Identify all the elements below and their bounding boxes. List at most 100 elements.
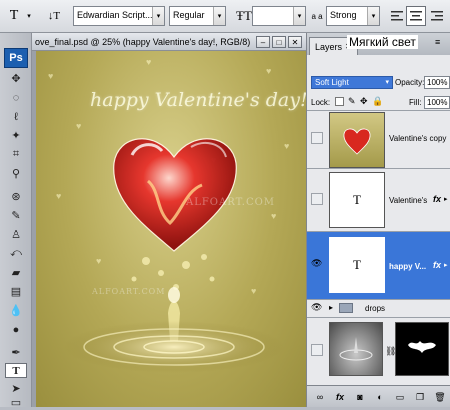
- blend-mode-value: Soft Light: [315, 78, 349, 87]
- layer-row[interactable]: Valentine's copy: [307, 110, 450, 168]
- eyedropper-tool-icon[interactable]: ⚲: [5, 166, 27, 181]
- opacity-label: Opacity:: [395, 78, 425, 87]
- chevron-down-icon: ▾: [367, 7, 379, 25]
- move-tool-icon[interactable]: ✥: [5, 71, 27, 86]
- visibility-toggle[interactable]: [311, 344, 323, 356]
- link-layers-icon[interactable]: ∞: [313, 390, 327, 404]
- layer-row[interactable]: ⛓: [307, 317, 450, 385]
- document-title-bar[interactable]: ove_final.psd @ 25% (happy Valentine's d…: [32, 33, 306, 51]
- chevron-down-icon: ▾: [293, 7, 305, 25]
- opacity-input[interactable]: 100%: [424, 76, 450, 89]
- new-group-icon[interactable]: ▭: [393, 390, 407, 404]
- layer-row-active[interactable]: 👁 T happy V... fx ▸: [307, 231, 450, 299]
- fill-input[interactable]: 100%: [424, 96, 450, 109]
- blend-mode-annotation: Мягкий свет: [347, 35, 418, 49]
- glass-heart-artwork: [64, 138, 284, 373]
- dodge-tool-icon[interactable]: ●: [5, 322, 27, 337]
- crop-tool-icon[interactable]: ⌗: [5, 147, 27, 162]
- pen-tool-icon[interactable]: ✒: [5, 345, 27, 360]
- layer-row[interactable]: T Valentine's fx ▸: [307, 168, 450, 231]
- align-right-icon[interactable]: [428, 6, 446, 26]
- folder-icon: [339, 303, 353, 313]
- eye-icon[interactable]: 👁: [311, 258, 325, 272]
- add-layer-mask-icon[interactable]: ◙: [353, 390, 367, 404]
- layer-effects-icon[interactable]: fx: [433, 260, 441, 270]
- watermark-text: ALFOART.COM: [92, 287, 166, 296]
- text-layer-thumbnail: T: [329, 237, 385, 293]
- anti-alias-value: Strong: [330, 10, 357, 20]
- chevron-right-icon[interactable]: ▸: [444, 261, 448, 269]
- font-style-select[interactable]: Regular ▾: [169, 6, 226, 26]
- marquee-tool-icon[interactable]: ◌: [5, 90, 27, 105]
- layers-panel-footer: ∞ fx ◙ ◐ ▭ ❐ 🗑: [307, 385, 450, 407]
- eraser-tool-icon[interactable]: ▰: [5, 265, 27, 280]
- align-center-icon[interactable]: [406, 6, 426, 26]
- path-selection-tool-icon[interactable]: ➤: [5, 381, 27, 396]
- minimize-icon[interactable]: –: [256, 36, 270, 48]
- layer-mask-thumbnail[interactable]: [395, 322, 449, 376]
- layer-thumbnail: [329, 112, 385, 168]
- watermark-text: ALFOART.COM: [186, 197, 276, 208]
- panel-menu-icon[interactable]: ≡: [435, 37, 447, 49]
- layer-name: Valentine's copy: [389, 134, 447, 143]
- photoshop-logo: Ps: [4, 48, 28, 68]
- visibility-toggle[interactable]: [311, 132, 323, 144]
- chevron-right-icon[interactable]: ▸: [444, 195, 448, 203]
- lock-image-icon[interactable]: ✎: [348, 96, 356, 107]
- layer-effects-icon[interactable]: fx: [433, 194, 441, 204]
- text-orientation-icon[interactable]: ↓T: [46, 6, 62, 26]
- chevron-down-icon: ▾: [213, 7, 225, 25]
- visibility-toggle[interactable]: [311, 193, 323, 205]
- options-bar: T ▾ ↓T Edwardian Script... ▾ Regular ▾ Ŧ…: [0, 0, 450, 33]
- lock-all-icon[interactable]: 🔒: [372, 96, 383, 107]
- type-tool-icon[interactable]: T: [5, 363, 27, 378]
- close-icon[interactable]: ✕: [288, 36, 302, 48]
- lock-position-icon[interactable]: ✥: [360, 96, 368, 107]
- layer-name: happy V...: [389, 262, 427, 271]
- maximize-icon[interactable]: □: [272, 36, 286, 48]
- gradient-tool-icon[interactable]: ▤: [5, 284, 27, 299]
- chevron-down-icon: ▾: [152, 7, 164, 25]
- magic-wand-tool-icon[interactable]: ✦: [5, 128, 27, 143]
- anti-alias-select[interactable]: Strong ▾: [326, 6, 380, 26]
- layer-group-row[interactable]: 👁 ▸ drops: [307, 299, 450, 317]
- layer-name: Valentine's: [389, 196, 428, 205]
- healing-brush-tool-icon[interactable]: ⊛: [5, 189, 27, 204]
- align-left-icon[interactable]: [388, 6, 406, 26]
- adjustment-layer-icon[interactable]: ◐: [373, 390, 387, 404]
- font-size-select[interactable]: ▾: [252, 6, 306, 26]
- delete-layer-icon[interactable]: 🗑: [433, 390, 447, 404]
- tools-panel: Ps ✥ ◌ ℓ ✦ ⌗ ⚲ ⊛ ✎ ♙ ⤺ ▰ ▤ 💧 ● ✒ T ➤ ▭: [0, 33, 32, 410]
- anti-alias-label: a a: [311, 11, 323, 21]
- eye-icon[interactable]: 👁: [311, 302, 325, 316]
- font-size-icon: ŦT: [236, 8, 252, 23]
- blur-tool-icon[interactable]: 💧: [5, 303, 27, 318]
- shape-tool-icon[interactable]: ▭: [5, 395, 27, 410]
- add-layer-style-icon[interactable]: fx: [333, 390, 347, 404]
- type-tool-icon[interactable]: T: [3, 6, 25, 26]
- fill-label: Fill:: [409, 98, 422, 107]
- font-family-value: Edwardian Script...: [77, 10, 153, 20]
- layers-panel: Layers ✕ Мягкий свет ≡ Soft Light ▾ Opac…: [306, 33, 450, 407]
- tab-layers-label: Layers: [315, 41, 343, 52]
- new-layer-icon[interactable]: ❐: [413, 390, 427, 404]
- chevron-right-icon[interactable]: ▸: [329, 303, 333, 312]
- layers-panel-header: Layers ✕ Мягкий свет ≡: [307, 33, 450, 55]
- tool-preset-chevron-icon[interactable]: ▾: [24, 6, 34, 26]
- document-canvas[interactable]: ♥ ♥ ♥ ♥ ♥ ♥ ♥ ♥ ♥ ♥ happy Valentine's da…: [36, 51, 306, 407]
- font-family-select[interactable]: Edwardian Script... ▾: [73, 6, 165, 26]
- brush-tool-icon[interactable]: ✎: [5, 208, 27, 223]
- clone-stamp-tool-icon[interactable]: ♙: [5, 227, 27, 242]
- lock-transparent-icon[interactable]: [335, 97, 344, 106]
- text-layer-thumbnail: T: [329, 172, 385, 228]
- blend-mode-select[interactable]: Soft Light ▾: [311, 76, 393, 89]
- lock-label: Lock:: [311, 98, 331, 107]
- history-brush-tool-icon[interactable]: ⤺: [5, 246, 27, 261]
- lasso-tool-icon[interactable]: ℓ: [5, 109, 27, 124]
- chevron-down-icon: ▾: [385, 79, 389, 86]
- font-style-value: Regular: [173, 10, 205, 20]
- anti-alias-icon: a a: [310, 6, 324, 26]
- layer-name: drops: [365, 304, 386, 313]
- layer-thumbnail: [329, 322, 383, 376]
- document-title: ove_final.psd @ 25% (happy Valentine's d…: [35, 37, 251, 47]
